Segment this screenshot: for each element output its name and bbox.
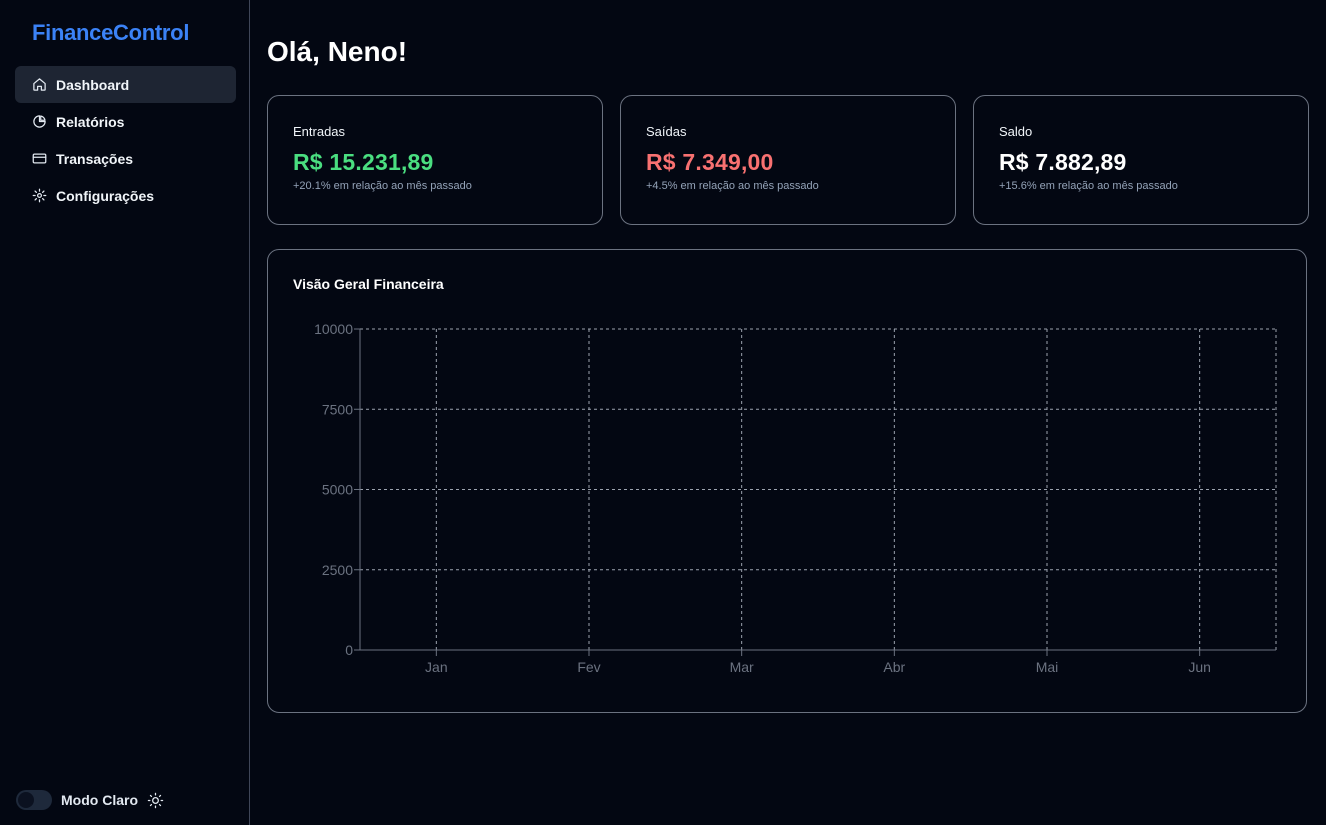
y-tick-label: 7500 bbox=[322, 401, 353, 417]
sidebar-item-configuracoes[interactable]: Configurações bbox=[15, 177, 236, 214]
card-subtext: +15.6% em relação ao mês passado bbox=[999, 180, 1178, 192]
x-tick-label: Mai bbox=[1036, 659, 1059, 675]
theme-switch[interactable] bbox=[16, 790, 52, 810]
sidebar: FinanceControl Dashboard Relatórios Tran… bbox=[0, 0, 250, 825]
home-icon bbox=[32, 77, 47, 92]
card-value: R$ 7.882,89 bbox=[999, 149, 1127, 175]
financial-overview-chart: Visão Geral Financeira 0 2500 5000 7500 1000… bbox=[267, 249, 1307, 713]
sidebar-item-dashboard[interactable]: Dashboard bbox=[15, 66, 236, 103]
y-tick-label: 10000 bbox=[314, 321, 353, 337]
card-saldo: Saldo R$ 7.882,89 +15.6% em relação ao m… bbox=[973, 95, 1309, 225]
sun-icon bbox=[147, 792, 164, 809]
sidebar-nav: Dashboard Relatórios Transações Configur… bbox=[15, 66, 236, 214]
page-title: Olá, Neno! bbox=[267, 36, 408, 67]
sidebar-item-label: Configurações bbox=[56, 187, 155, 204]
card-subtext: +20.1% em relação ao mês passado bbox=[293, 180, 472, 192]
theme-toggle-label: Modo Claro bbox=[61, 792, 138, 808]
card-value: R$ 7.349,00 bbox=[646, 149, 774, 175]
app-root: FinanceControl Dashboard Relatórios Tran… bbox=[0, 0, 1326, 825]
main-content: Olá, Neno! Entradas R$ 15.231,89 +20.1% … bbox=[250, 0, 1326, 825]
x-tick-label: Jan bbox=[425, 659, 448, 675]
chart-canvas: 0 2500 5000 7500 10000 Jan Fev Mar Abr Mai Jun bbox=[314, 321, 1277, 675]
sidebar-item-relatorios[interactable]: Relatórios bbox=[15, 103, 236, 140]
card-label: Saldo bbox=[999, 124, 1033, 139]
card-entradas: Entradas R$ 15.231,89 +20.1% em relação … bbox=[267, 95, 603, 225]
x-tick-label: Jun bbox=[1188, 659, 1211, 675]
pie-chart-icon bbox=[32, 114, 47, 129]
sidebar-item-label: Transações bbox=[56, 150, 134, 167]
card-label: Saídas bbox=[646, 124, 687, 139]
card-subtext: +4.5% em relação ao mês passado bbox=[646, 180, 819, 192]
card-value: R$ 15.231,89 bbox=[293, 149, 434, 175]
sidebar-item-label: Dashboard bbox=[56, 76, 130, 93]
sidebar-item-label: Relatórios bbox=[56, 113, 125, 130]
card-label: Entradas bbox=[293, 124, 346, 139]
sidebar-item-transacoes[interactable]: Transações bbox=[15, 140, 236, 177]
x-tick-label: Mar bbox=[730, 659, 754, 675]
x-tick-label: Abr bbox=[883, 659, 905, 675]
brand-logo[interactable]: FinanceControl bbox=[15, 18, 236, 48]
gear-icon bbox=[32, 188, 47, 203]
x-tick-label: Fev bbox=[577, 659, 600, 675]
y-tick-label: 0 bbox=[345, 642, 353, 658]
credit-card-icon bbox=[32, 151, 47, 166]
card-saidas: Saídas R$ 7.349,00 +4.5% em relação ao m… bbox=[620, 95, 956, 225]
summary-cards: Entradas R$ 15.231,89 +20.1% em relação … bbox=[267, 95, 1309, 225]
switch-knob bbox=[18, 792, 34, 808]
y-tick-label: 5000 bbox=[322, 482, 353, 498]
y-tick-label: 2500 bbox=[322, 562, 353, 578]
theme-toggle: Modo Claro bbox=[16, 790, 164, 810]
